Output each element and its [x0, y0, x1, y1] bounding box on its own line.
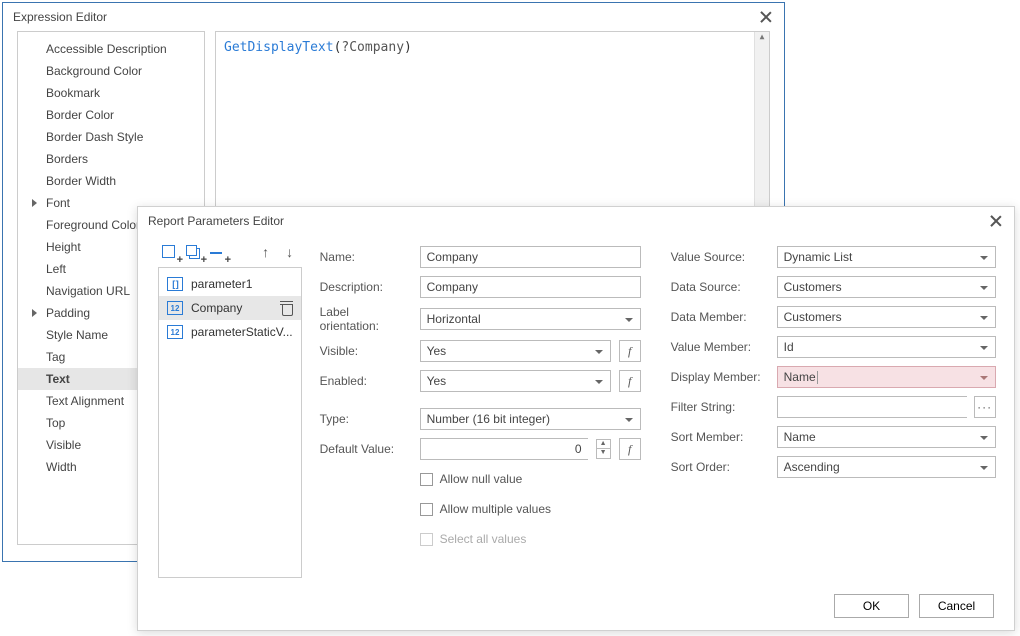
data-member-label: Data Member:: [671, 310, 769, 324]
report-parameters-window: Report Parameters Editor ↑ ↓ parameter1 C…: [137, 206, 1015, 631]
form-column-right: Value Source: Dynamic List Data Source: …: [671, 245, 996, 578]
close-icon[interactable]: [758, 9, 774, 25]
property-item[interactable]: Border Width: [18, 170, 204, 192]
property-item[interactable]: Border Color: [18, 104, 204, 126]
display-member-label: Display Member:: [671, 370, 769, 384]
allow-null-checkbox[interactable]: [420, 473, 433, 486]
allow-multiple-checkbox[interactable]: [420, 503, 433, 516]
move-down-button[interactable]: ↓: [282, 245, 298, 261]
data-source-label: Data Source:: [671, 280, 769, 294]
default-value-expression-button[interactable]: f: [619, 438, 641, 460]
description-label: Description:: [320, 280, 412, 294]
expression-editor-title: Expression Editor: [13, 10, 107, 24]
type-select[interactable]: Number (16 bit integer): [420, 408, 641, 430]
value-member-select[interactable]: Id: [777, 336, 996, 358]
parameter-row[interactable]: parameter1: [159, 272, 301, 296]
label-orientation-select[interactable]: Horizontal: [420, 308, 641, 330]
spinner-down-icon[interactable]: ▼: [596, 449, 611, 459]
data-member-select[interactable]: Customers: [777, 306, 996, 328]
filter-string-input[interactable]: [777, 396, 967, 418]
default-value-input[interactable]: [420, 438, 588, 460]
sort-order-select[interactable]: Ascending: [777, 456, 996, 478]
delete-icon[interactable]: [280, 301, 293, 315]
property-item[interactable]: Accessible Description: [18, 38, 204, 60]
parameter-list[interactable]: parameter1 Company parameterStaticV...: [158, 267, 302, 578]
parameter-name: parameterStaticV...: [191, 325, 293, 339]
property-item[interactable]: Border Dash Style: [18, 126, 204, 148]
dialog-footer: OK Cancel: [834, 594, 994, 618]
value-source-select[interactable]: Dynamic List: [777, 246, 996, 268]
parameter-name: Company: [191, 301, 242, 315]
value-source-label: Value Source:: [671, 250, 769, 264]
allow-null-label: Allow null value: [440, 472, 523, 486]
type-label: Type:: [320, 412, 412, 426]
report-parameters-body: ↑ ↓ parameter1 Company parameterStaticV...…: [138, 235, 1014, 588]
parameter-row[interactable]: parameterStaticV...: [159, 320, 301, 344]
move-up-button[interactable]: ↑: [258, 245, 274, 261]
allow-multiple-label: Allow multiple values: [440, 502, 551, 516]
sort-member-select[interactable]: Name: [777, 426, 996, 448]
parameter-panel: ↑ ↓ parameter1 Company parameterStaticV...: [158, 245, 302, 578]
select-all-checkbox: [420, 533, 433, 546]
filter-string-label: Filter String:: [671, 400, 769, 414]
enabled-label: Enabled:: [320, 374, 412, 388]
expression-argument: ?Company: [341, 40, 404, 55]
filter-string-ellipsis-button[interactable]: ···: [974, 396, 996, 418]
form-column-left: Name: Description: Label orientation: Ho…: [320, 245, 641, 578]
property-item[interactable]: Background Color: [18, 60, 204, 82]
parameter-row[interactable]: Company: [159, 296, 301, 320]
visible-select[interactable]: Yes: [420, 340, 611, 362]
property-item[interactable]: Bookmark: [18, 82, 204, 104]
sort-order-label: Sort Order:: [671, 460, 769, 474]
name-label: Name:: [320, 250, 412, 264]
sort-member-label: Sort Member:: [671, 430, 769, 444]
visible-label: Visible:: [320, 344, 412, 358]
parameter-toolbar: ↑ ↓: [158, 245, 302, 267]
display-member-select[interactable]: Name: [777, 366, 996, 388]
parameter-icon: [167, 277, 183, 291]
expression-function: GetDisplayText: [224, 40, 334, 55]
label-orientation-label: Label orientation:: [320, 305, 412, 333]
property-item[interactable]: Borders: [18, 148, 204, 170]
cancel-button[interactable]: Cancel: [919, 594, 994, 618]
data-source-select[interactable]: Customers: [777, 276, 996, 298]
add-parameter-button[interactable]: [162, 245, 178, 261]
number-type-icon: [167, 325, 183, 339]
default-value-spinner[interactable]: ▲ ▼: [596, 439, 611, 459]
number-type-icon: [167, 301, 183, 315]
ok-button[interactable]: OK: [834, 594, 909, 618]
name-input[interactable]: [420, 246, 641, 268]
spinner-up-icon[interactable]: ▲: [596, 439, 611, 449]
parameter-form: Name: Description: Label orientation: Ho…: [320, 245, 996, 578]
report-parameters-title: Report Parameters Editor: [148, 214, 284, 228]
report-parameters-titlebar: Report Parameters Editor: [138, 207, 1014, 235]
enabled-expression-button[interactable]: f: [619, 370, 641, 392]
visible-expression-button[interactable]: f: [619, 340, 641, 362]
remove-parameter-button[interactable]: [210, 245, 226, 261]
expression-editor-titlebar: Expression Editor: [3, 3, 784, 31]
enabled-select[interactable]: Yes: [420, 370, 611, 392]
description-input[interactable]: [420, 276, 641, 298]
add-group-button[interactable]: [186, 245, 202, 261]
parameter-name: parameter1: [191, 277, 252, 291]
value-member-label: Value Member:: [671, 340, 769, 354]
close-icon[interactable]: [988, 213, 1004, 229]
select-all-label: Select all values: [440, 532, 527, 546]
default-value-label: Default Value:: [320, 442, 412, 456]
